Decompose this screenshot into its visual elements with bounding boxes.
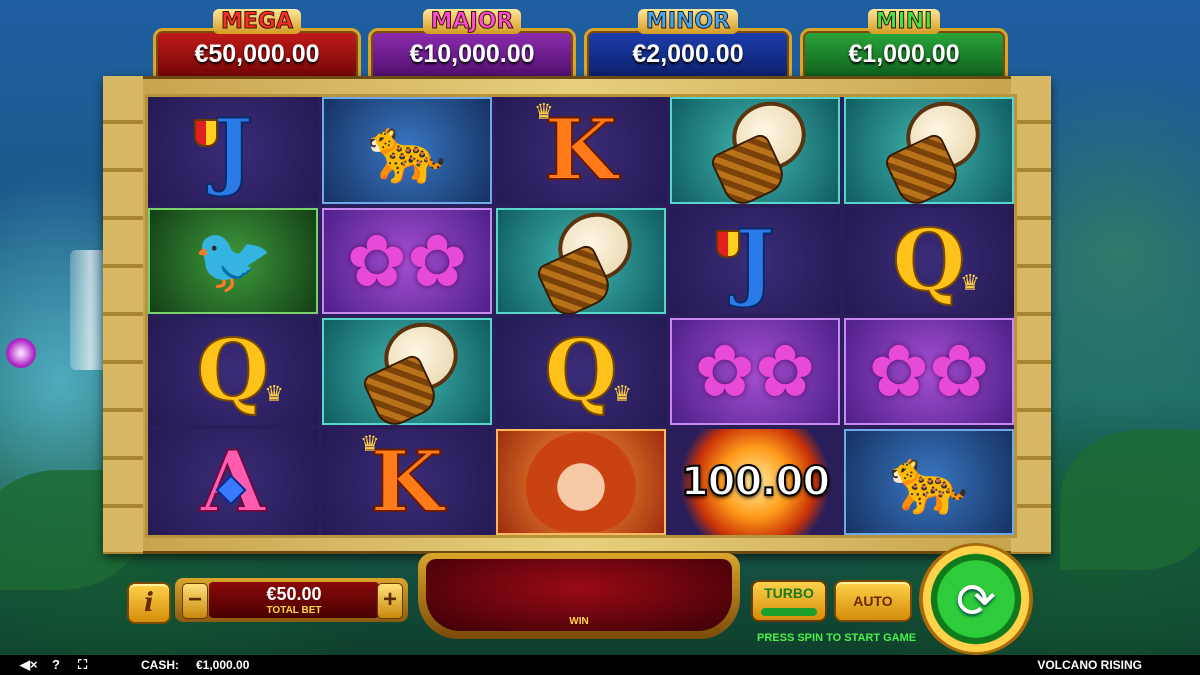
fireball-value: 100.00 — [680, 458, 831, 506]
jackpot-mini-title: MINI — [867, 9, 941, 35]
symbol-jaguar: 🐆 — [844, 428, 1014, 535]
symbol-drum — [496, 207, 666, 314]
symbol-toucan: 🐦 — [148, 207, 318, 314]
drum-icon — [708, 97, 815, 204]
win-panel: WIN — [418, 553, 740, 639]
auto-button[interactable]: AUTO — [834, 580, 912, 622]
total-bet-display: €50.00 TOTAL BET — [209, 582, 379, 618]
orchid-icon: ✿✿ — [694, 332, 816, 413]
crown-icon: ♛ — [360, 430, 380, 456]
turbo-button[interactable]: TURBO — [751, 580, 827, 622]
jackpot-mini-value: €1,000.00 — [848, 40, 960, 68]
game-name: VOLCANO RISING — [1037, 658, 1142, 672]
jaguar-icon: 🐆 — [889, 445, 969, 518]
orchid-icon: ✿✿ — [346, 221, 468, 302]
crown-icon: ♛ — [612, 380, 632, 406]
symbol-k: ♛ K — [496, 97, 666, 204]
symbol-jaguar: 🐆 — [322, 97, 492, 204]
symbol-q: Q ♛ — [148, 318, 318, 425]
symbol-q: Q ♛ — [496, 318, 666, 425]
jackpot-mega-title: MEGA — [212, 9, 301, 35]
cash-label: CASH: — [141, 658, 179, 672]
win-label: WIN — [569, 616, 589, 627]
jackpot-minor-value: €2,000.00 — [632, 40, 744, 68]
symbol-j: J — [670, 207, 840, 314]
jackpot-minor-title: MINOR — [637, 9, 739, 35]
cash-value: €1,000.00 — [196, 658, 250, 672]
speaker-muted-icon[interactable]: ◀× — [20, 657, 38, 673]
spin-button[interactable]: ⟳ — [919, 543, 1033, 655]
symbol-fireball: 100.00 — [670, 428, 840, 535]
press-spin-message: PRESS SPIN TO START GAME — [757, 632, 917, 644]
symbol-orchid: ✿✿ — [670, 318, 840, 425]
crown-icon: ♛ — [960, 270, 980, 295]
symbol-orchid: ✿✿ — [322, 207, 492, 314]
jackpot-mega-value: €50,000.00 — [194, 40, 320, 68]
frame-pillar-left — [103, 76, 143, 554]
fullscreen-icon[interactable]: ⛶ — [78, 657, 87, 673]
symbol-a: A — [148, 428, 318, 535]
crown-icon: ♛ — [534, 99, 554, 124]
symbol-j: J — [148, 97, 318, 204]
drum-icon — [882, 97, 989, 204]
help-icon[interactable]: ? — [52, 657, 60, 672]
spin-arrows-icon: ⟳ — [955, 573, 997, 629]
jaguar-icon: 🐆 — [367, 113, 447, 186]
shield-icon — [194, 119, 218, 147]
symbol-drum — [322, 318, 492, 425]
symbol-orchid: ✿✿ — [844, 318, 1014, 425]
bet-increase-button[interactable]: + — [377, 583, 403, 619]
info-button[interactable]: i — [127, 582, 171, 624]
leaf-right — [1060, 430, 1200, 570]
drum-icon — [534, 207, 641, 314]
symbol-k: ♛ K — [322, 428, 492, 535]
bet-decrease-button[interactable]: − — [182, 583, 208, 619]
jackpot-major-value: €10,000.00 — [409, 40, 535, 68]
goddess-icon — [526, 431, 636, 532]
drum-icon — [360, 318, 467, 425]
turbo-indicator — [761, 608, 817, 616]
shield-icon — [716, 229, 740, 258]
jackpot-major-title: MAJOR — [422, 9, 522, 35]
toucan-icon: 🐦 — [193, 224, 273, 297]
symbol-goddess — [496, 428, 666, 535]
turbo-label: TURBO — [764, 585, 814, 601]
frame-pillar-right — [1011, 76, 1051, 554]
bet-panel: − €50.00 TOTAL BET + — [175, 578, 408, 622]
symbol-q: Q ♛ — [844, 207, 1014, 314]
orchid-icon: ✿✿ — [868, 332, 990, 413]
reel-grid: J 🐆 ♛ K 🐦 ✿✿ J Q ♛ Q ♛ Q ♛ ✿✿ ✿✿ ♛ K 100… — [145, 94, 1017, 538]
total-bet-value: €50.00 — [266, 584, 322, 604]
symbol-drum — [844, 97, 1014, 204]
total-bet-label: TOTAL BET — [266, 605, 322, 616]
crown-icon: ♛ — [264, 380, 284, 406]
symbol-drum — [670, 97, 840, 204]
status-bar: ◀× ? ⛶ CASH: €1,000.00 VOLCANO RISING — [0, 655, 1200, 675]
orchid-decoration — [6, 338, 36, 368]
